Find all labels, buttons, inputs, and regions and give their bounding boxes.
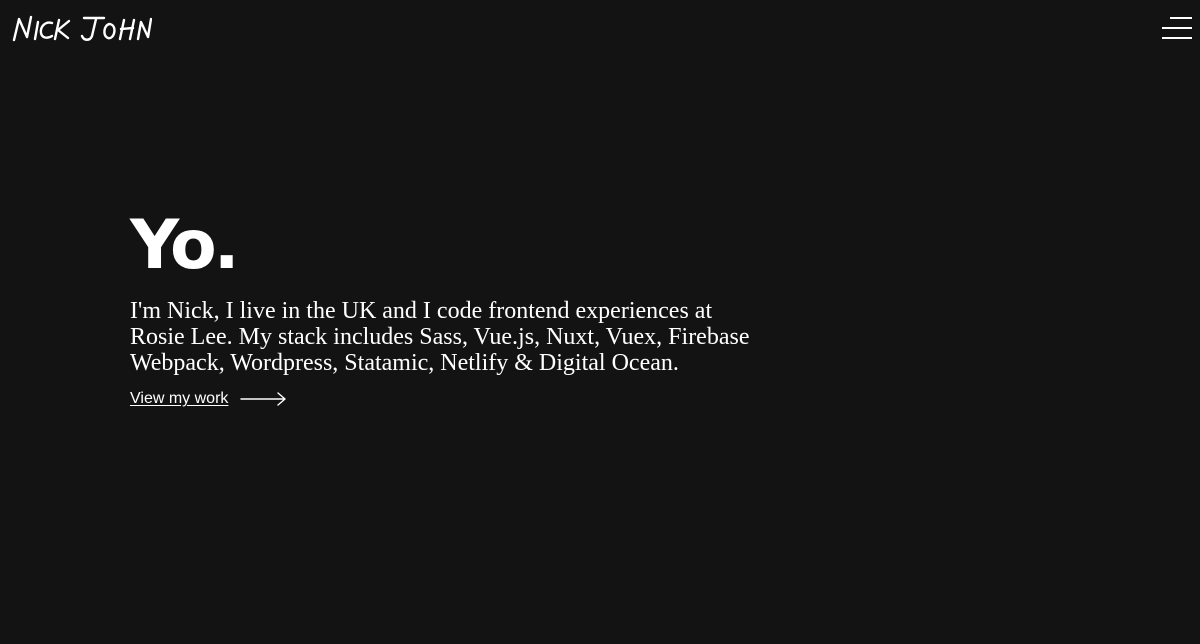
- view-my-work-label: View my work: [130, 390, 229, 407]
- view-my-work-link[interactable]: View my work: [130, 390, 300, 408]
- hero-intro-text: I'm Nick, I live in the UK and I code fr…: [130, 298, 750, 376]
- hamburger-menu-icon-line: [1162, 27, 1192, 29]
- menu-button[interactable]: [1158, 16, 1192, 40]
- hero-heading: Yo.: [130, 206, 240, 285]
- logo-signature: [12, 15, 152, 42]
- hero-section: Yo. I'm Nick, I live in the UK and I cod…: [130, 206, 770, 408]
- arrow-right-icon: [240, 392, 287, 406]
- logo[interactable]: [12, 14, 152, 44]
- hamburger-menu-icon-line: [1162, 37, 1192, 39]
- hamburger-menu-icon-line: [1170, 17, 1192, 19]
